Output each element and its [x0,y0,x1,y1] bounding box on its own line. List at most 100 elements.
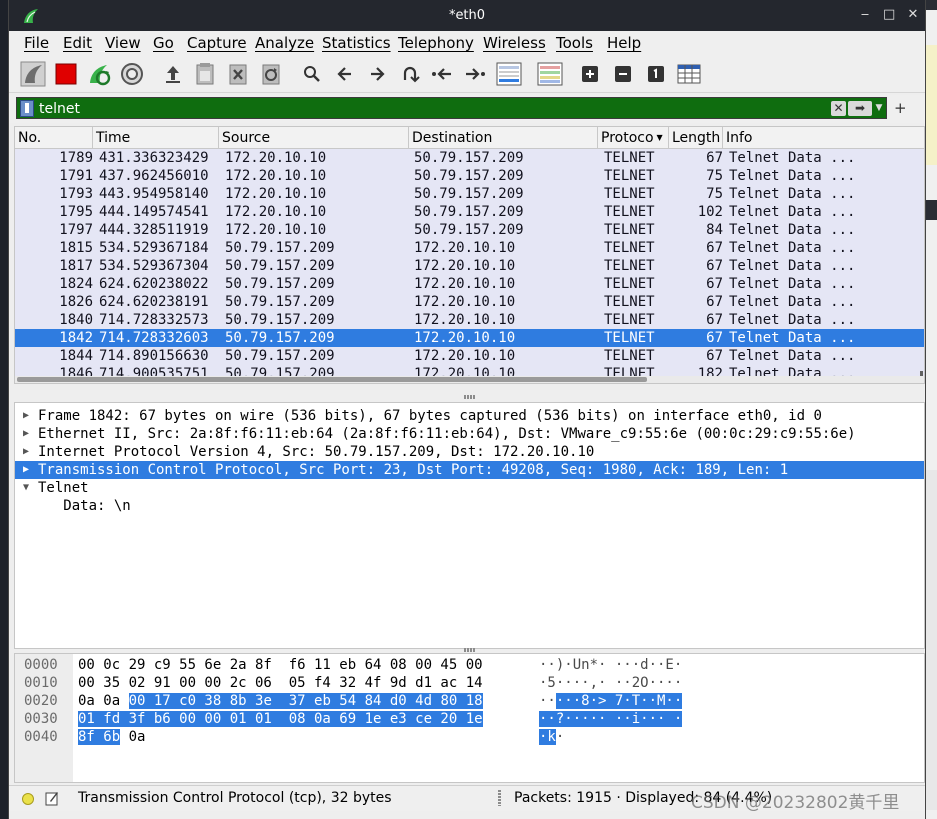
display-filter-field[interactable]: ✕ ➡ ▼ [16,97,887,119]
go-forward-icon[interactable] [363,60,391,88]
column-header-no[interactable]: No. [15,127,93,149]
column-header-source[interactable]: Source [219,127,409,149]
cell-info: Telnet Data ... [729,240,856,256]
clear-filter-icon[interactable]: ✕ [831,101,846,116]
add-filter-button-plus-icon[interactable]: + [894,99,907,117]
hex-dump[interactable]: 0a 0a 00 17 c0 38 8b 3e 37 eb 54 84 d0 4… [78,692,483,710]
menu-capture[interactable]: Capture [187,34,247,52]
column-header-protocol[interactable]: Protoco ▼ [598,127,669,149]
menu-wireless[interactable]: Wireless [483,34,546,52]
hex-dump[interactable]: 01 fd 3f b6 00 00 01 01 08 0a 69 1e e3 c… [78,710,483,728]
menu-help[interactable]: Help [607,34,641,52]
close-window-button[interactable]: ✕ [907,7,919,22]
zoom-out-icon[interactable] [609,60,637,88]
table-row[interactable]: 1815 534.529367184 50.79.157.209 172.20.10.… [15,239,924,257]
stop-capture-icon[interactable] [52,60,80,88]
open-file-icon[interactable] [159,60,187,88]
menu-statistics[interactable]: Statistics [322,34,391,52]
table-row[interactable]: 1793 443.954958140 172.20.10.10 50.79.157.2… [15,185,924,203]
menu-go[interactable]: Go [153,34,174,52]
hex-dump[interactable]: 00 35 02 91 00 00 2c 06 05 f4 32 4f 9d d… [78,674,483,692]
menu-edit[interactable]: Edit [63,34,92,52]
collapsed-arrow-icon[interactable]: ▶ [20,425,32,443]
cell-source: 172.20.10.10 [225,150,327,166]
find-packet-icon[interactable] [298,60,326,88]
apply-filter-arrow-icon[interactable]: ➡ [848,101,872,116]
hex-dump[interactable]: 00 0c 29 c9 55 6e 2a 8f f6 11 eb 64 08 0… [78,656,483,674]
byte-offset: 0010 [24,675,58,691]
status-separator[interactable] [498,790,501,806]
table-row[interactable]: 1797 444.328511919 172.20.10.10 50.79.157.2… [15,221,924,239]
tree-item[interactable]: Data: \n [15,497,924,515]
resize-columns-icon[interactable] [675,60,703,88]
cell-time: 437.962456010 [99,168,209,184]
expert-info-led-icon[interactable] [22,793,34,805]
reload-file-icon[interactable] [257,60,285,88]
tree-item[interactable]: ▼ Telnet [15,479,924,497]
ascii-dump[interactable]: ·5····,· ··2O···· [539,674,682,692]
cell-source: 172.20.10.10 [225,186,327,202]
packet-list-pane: No. Time Source Destination Protoco ▼ Len… [14,126,925,384]
table-row[interactable]: 1844 714.890156630 50.79.157.209 172.20.10.… [15,347,924,365]
colorize-icon[interactable] [536,60,564,88]
cell-source: 50.79.157.209 [225,330,335,346]
close-file-icon[interactable] [224,60,252,88]
ascii-dump[interactable]: ··?····· ··i··· · [539,710,683,728]
menu-telephony[interactable]: Telephony [398,34,474,52]
menu-analyze[interactable]: Analyze [255,34,314,52]
zoom-in-icon[interactable] [576,60,604,88]
last-packet-icon[interactable] [461,60,489,88]
menu-view[interactable]: View [105,34,141,52]
first-packet-icon[interactable] [428,60,456,88]
pane-splitter-top[interactable] [14,393,925,401]
collapsed-arrow-icon[interactable]: ▶ [20,407,32,425]
hex-bytes: 0a 0a [78,693,129,709]
filter-history-chevron-down-icon[interactable]: ▼ [874,101,884,116]
cell-time: 714.728332603 [99,330,209,346]
go-to-packet-icon[interactable] [396,60,424,88]
shark-fin-start-icon[interactable] [19,60,47,88]
display-filter-input[interactable] [39,100,826,118]
table-row[interactable]: 1789 431.336323429 172.20.10.10 50.79.157.2… [15,149,924,167]
expanded-arrow-icon[interactable]: ▼ [20,479,32,497]
cell-time: 534.529367184 [99,240,209,256]
table-row[interactable]: 1791 437.962456010 172.20.10.10 50.79.157.2… [15,167,924,185]
collapsed-arrow-icon[interactable]: ▶ [20,461,32,479]
ascii-dump[interactable]: ·k· [539,728,564,746]
table-row[interactable]: 1795 444.149574541 172.20.10.10 50.79.157.2… [15,203,924,221]
table-row[interactable]: 1840 714.728332573 50.79.157.209 172.20.10.… [15,311,924,329]
column-header-length[interactable]: Length [669,127,723,149]
tree-item[interactable]: ▶ Ethernet II, Src: 2a:8f:f6:11:eb:64 (2a… [15,425,924,443]
table-row[interactable]: 1817 534.529367304 50.79.157.209 172.20.10.… [15,257,924,275]
packet-list-horizontal-scrollbar[interactable] [15,376,924,383]
save-file-icon[interactable] [191,60,219,88]
hex-dump[interactable]: 8f 6b 0a [78,728,145,746]
minimize-button[interactable]: ‒ [859,7,871,22]
menu-file[interactable]: File [24,34,49,52]
tree-item-selected[interactable]: ▶ Transmission Control Protocol, Src Port… [15,461,924,479]
ascii-dump[interactable]: ·····8·> 7·T··M·· [539,692,683,710]
capture-options-icon[interactable] [118,60,146,88]
maximize-button[interactable]: □ [883,7,895,22]
table-row[interactable]: 1824 624.620238022 50.79.157.209 172.20.10.… [15,275,924,293]
column-header-info[interactable]: Info [723,127,924,149]
filter-bookmark-icon[interactable] [20,100,34,117]
autoscroll-icon[interactable] [495,60,523,88]
capture-comment-pencil-icon[interactable] [45,790,59,806]
menu-tools[interactable]: Tools [556,34,593,52]
column-header-destination[interactable]: Destination [409,127,598,149]
column-header-time[interactable]: Time [93,127,219,149]
normal-size-icon[interactable] [642,60,670,88]
table-row[interactable]: 1826 624.620238191 50.79.157.209 172.20.10.… [15,293,924,311]
restart-capture-icon[interactable] [85,60,113,88]
ascii-dump[interactable]: ··)·Un*· ···d··E· [539,656,682,674]
cell-source: 50.79.157.209 [225,348,335,364]
cell-protocol: TELNET [604,168,655,184]
collapsed-arrow-icon[interactable]: ▶ [20,443,32,461]
table-row-selected[interactable]: 1842 714.728332603 50.79.157.209 172.20.10.… [15,329,924,347]
byte-offset: 0000 [24,657,58,673]
horizontal-scroll-thumb[interactable] [17,377,647,382]
tree-item[interactable]: ▶ Frame 1842: 67 bytes on wire (536 bits)… [15,407,924,425]
tree-item[interactable]: ▶ Internet Protocol Version 4, Src: 50.79… [15,443,924,461]
go-back-icon[interactable] [331,60,359,88]
